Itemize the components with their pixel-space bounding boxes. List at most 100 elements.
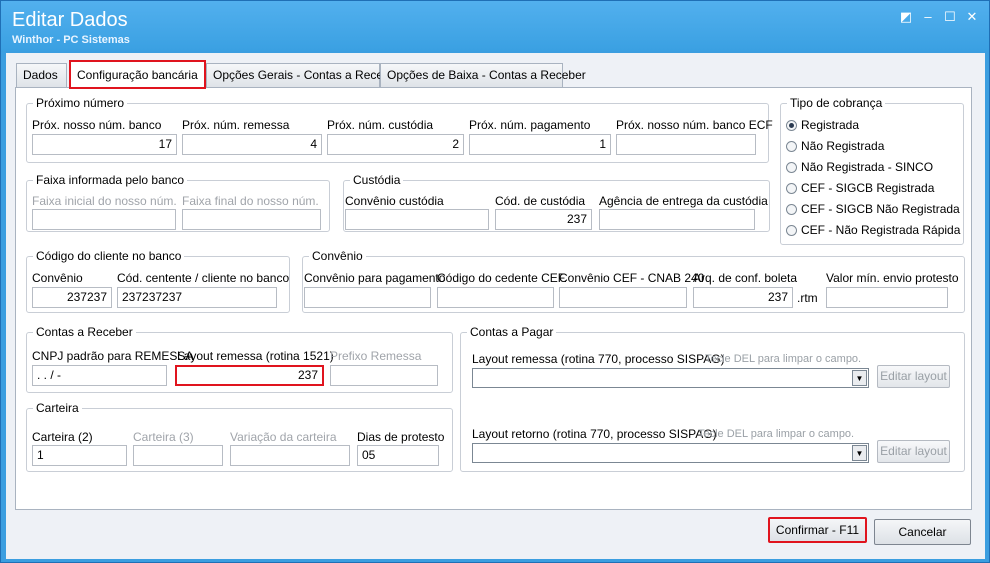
radio-label: Não Registrada [801, 139, 885, 153]
edit-icon[interactable]: ◩ [897, 9, 915, 25]
layout-remessa-770-select[interactable]: ▼ [472, 368, 869, 388]
prox-nosso-num-banco-input[interactable]: 17 [32, 134, 177, 155]
dias-protesto-input[interactable]: 05 [357, 445, 439, 466]
cod-custodia-input[interactable]: 237 [495, 209, 592, 230]
label: Layout retorno (rotina 770, processo SIS… [472, 427, 717, 441]
client-area: Dados Configuração bancária Opções Gerai… [6, 53, 985, 559]
group-title: Tipo de cobrança [787, 96, 886, 110]
convenio-cnab240-input[interactable] [559, 287, 687, 308]
label: Convênio [32, 271, 83, 285]
prefixo-remessa-input[interactable] [330, 365, 438, 386]
radio-label: CEF - SIGCB Registrada [801, 181, 935, 195]
editar-layout-retorno-button[interactable]: Editar layout [877, 440, 950, 463]
arq-conf-boleta-input[interactable]: 237 [693, 287, 793, 308]
window-title: Editar Dados [12, 9, 128, 31]
label: Valor mín. envio protesto [826, 271, 959, 285]
carteira-3-input[interactable] [133, 445, 223, 466]
variacao-carteira-input[interactable] [230, 445, 350, 466]
radio-label: Registrada [801, 118, 860, 132]
codigo-cliente-group: Código do cliente no banco Convênio 2372… [26, 249, 290, 313]
label: Código do cedente CEF. [437, 271, 568, 285]
group-title: Custódia [350, 173, 404, 187]
label: Próx. núm. remessa [182, 118, 290, 132]
contas-pagar-group: Contas a Pagar Layout remessa (rotina 77… [460, 325, 965, 472]
radio-nao-registrada[interactable]: Não Registrada [786, 139, 884, 153]
tipo-cobranca-group: Tipo de cobrança Registrada Não Registra… [780, 96, 964, 245]
cancelar-button[interactable]: Cancelar [874, 519, 971, 545]
hint-text: Tecle DEL para limpar o campo. [705, 353, 862, 365]
label: Variação da carteira [230, 430, 337, 444]
faixa-group: Faixa informada pelo banco Faixa inicial… [26, 173, 330, 232]
label: Convênio CEF - CNAB 240 [559, 271, 705, 285]
tab-panel: Próximo número Próx. nosso núm. banco 17… [15, 87, 972, 510]
label: Convênio para pagamento [304, 271, 446, 285]
label: Próx. núm. custódia [327, 118, 434, 132]
carteira-2-input[interactable]: 1 [32, 445, 127, 466]
label: Dias de protesto [357, 430, 445, 444]
label: Próx. nosso núm. banco [32, 118, 162, 132]
label: Arq. de conf. boleta [693, 271, 798, 285]
convenio-group: Convênio Convênio para pagamento Código … [302, 249, 965, 313]
group-title: Contas a Receber [33, 325, 136, 339]
radio-cef-sigcb-nao-registrada[interactable]: CEF - SIGCB Não Registrada [786, 202, 960, 216]
chevron-down-icon[interactable]: ▼ [852, 445, 867, 461]
valor-min-protesto-input[interactable] [826, 287, 948, 308]
hint-text: Tecle DEL para limpar o campo. [698, 428, 855, 440]
layout-retorno-770-select[interactable]: ▼ [472, 443, 869, 463]
tab-opcoes-gerais[interactable]: Opções Gerais - Contas a Receber [206, 63, 400, 87]
convenio-pagamento-input[interactable] [304, 287, 431, 308]
group-title: Próximo número [33, 96, 128, 110]
label: Prefixo Remessa [330, 349, 422, 363]
radio-label: Não Registrada - SINCO [801, 160, 934, 174]
prox-nosso-num-ecf-input[interactable] [616, 134, 756, 155]
radio-registrada[interactable]: Registrada [786, 118, 859, 132]
radio-cef-sigcb-registrada[interactable]: CEF - SIGCB Registrada [786, 181, 934, 195]
label: Layout remessa (rotina 1521) [177, 349, 334, 363]
contas-receber-group: Contas a Receber CNPJ padrão para REMESS… [26, 325, 453, 393]
tab-opcoes-baixa[interactable]: Opções de Baixa - Contas a Receber [380, 63, 586, 87]
radio-nao-registrada-sinco[interactable]: Não Registrada - SINCO [786, 160, 933, 174]
faixa-inicial-input[interactable] [32, 209, 176, 230]
group-title: Contas a Pagar [467, 325, 557, 339]
label: CNPJ padrão para REMESSA [32, 349, 194, 363]
editar-layout-remessa-button[interactable]: Editar layout [877, 365, 950, 388]
label: Agência de entrega da custódia [599, 194, 768, 208]
maximize-icon[interactable]: ☐ [941, 9, 959, 25]
radio-icon [786, 141, 797, 152]
prox-num-custodia-input[interactable]: 2 [327, 134, 464, 155]
edit-data-window: Editar Dados Winthor - PC Sistemas ◩ – ☐… [0, 0, 990, 563]
proximo-numero-group: Próximo número Próx. nosso núm. banco 17… [26, 96, 773, 163]
radio-label: CEF - SIGCB Não Registrada [801, 202, 960, 216]
radio-icon [786, 225, 797, 236]
radio-icon [786, 183, 797, 194]
prox-num-pagamento-input[interactable]: 1 [469, 134, 611, 155]
label: Carteira (3) [133, 430, 194, 444]
group-title: Carteira [33, 401, 82, 415]
window-subtitle: Winthor - PC Sistemas [12, 34, 130, 46]
agencia-custodia-input[interactable] [599, 209, 755, 230]
minimize-icon[interactable]: – [919, 9, 937, 25]
chevron-down-icon[interactable]: ▼ [852, 370, 867, 386]
label: Próx. nosso núm. banco ECF [616, 118, 773, 132]
faixa-final-input[interactable] [182, 209, 321, 230]
codigo-cedente-cef-input[interactable] [437, 287, 554, 308]
convenio-cliente-input[interactable]: 237237 [32, 287, 112, 308]
label: Faixa final do nosso núm. [182, 194, 319, 208]
confirmar-button[interactable]: Confirmar - F11 [768, 517, 867, 543]
radio-cef-nao-registrada-rapida[interactable]: CEF - Não Registrada Rápida [786, 223, 960, 237]
radio-label: CEF - Não Registrada Rápida [801, 223, 961, 237]
cnpj-remessa-input[interactable]: . . / - [32, 365, 167, 386]
group-title: Faixa informada pelo banco [33, 173, 188, 187]
radio-icon [786, 204, 797, 215]
tab-configuracao-bancaria[interactable]: Configuração bancária [69, 60, 206, 89]
label: Próx. núm. pagamento [469, 118, 591, 132]
label: Carteira (2) [32, 430, 93, 444]
convenio-custodia-input[interactable] [345, 209, 489, 230]
radio-icon [786, 162, 797, 173]
close-icon[interactable]: ✕ [963, 9, 981, 25]
cedente-cliente-input[interactable]: 237237237 [117, 287, 277, 308]
prox-num-remessa-input[interactable]: 4 [182, 134, 322, 155]
layout-remessa-1521-input[interactable]: 237 [175, 365, 324, 386]
tab-dados[interactable]: Dados [16, 63, 67, 87]
group-title: Código do cliente no banco [33, 249, 185, 263]
